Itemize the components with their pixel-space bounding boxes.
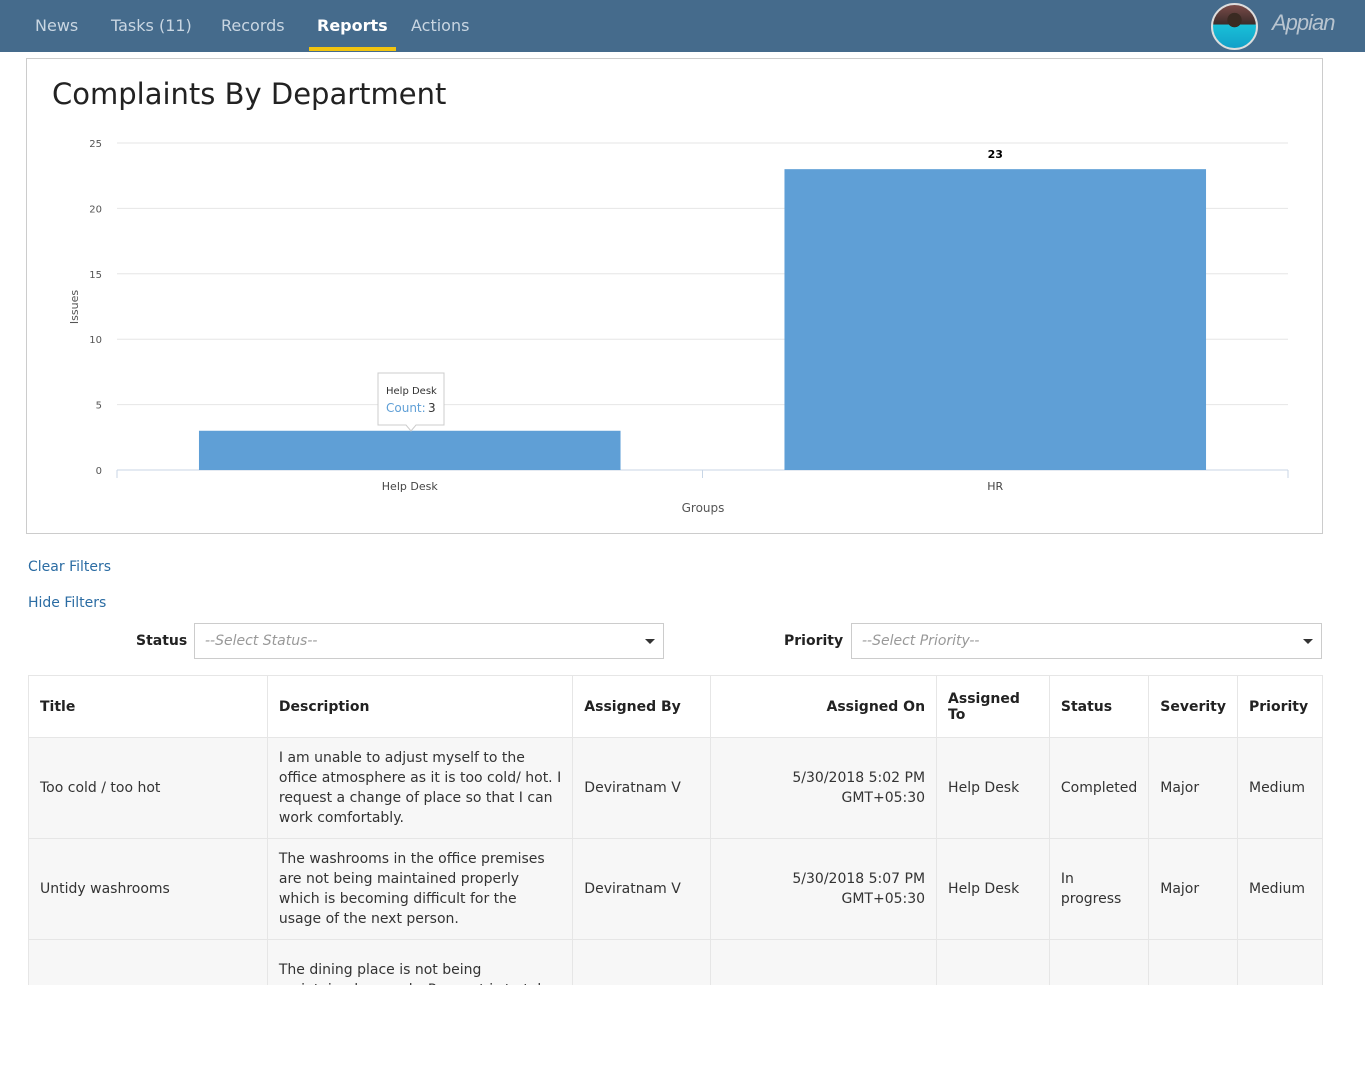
table-cell: In progress — [1048, 838, 1150, 940]
table-cell: I am unable to adjust myself to the offi… — [266, 737, 574, 839]
table-cell — [936, 939, 1050, 985]
clear-filters-link[interactable]: Clear Filters — [28, 559, 111, 575]
column-header[interactable]: Assigned On — [710, 675, 938, 738]
tooltip-value: 3 — [428, 401, 436, 415]
table-cell: Medium — [1236, 838, 1323, 940]
status-label: Status — [136, 633, 188, 649]
table-cell — [1148, 939, 1238, 985]
y-tick-label: 5 — [96, 401, 102, 412]
table-cell — [1048, 939, 1150, 985]
table-cell: Deviratnam V — [572, 838, 712, 940]
bar[interactable] — [784, 169, 1207, 470]
table-cell — [28, 939, 268, 985]
priority-label: Priority — [784, 633, 844, 649]
status-placeholder: --Select Status-- — [205, 633, 318, 649]
table-cell: 5/30/2018 5:07 PM GMT+05:30 — [710, 838, 938, 940]
column-header[interactable]: Assigned To — [936, 675, 1050, 738]
table-cell: Completed — [1048, 737, 1150, 839]
y-tick-label: 15 — [89, 270, 102, 281]
tooltip-label: Count: — [386, 401, 426, 415]
table-cell: Deviratnam V — [572, 737, 712, 839]
priority-placeholder: --Select Priority-- — [862, 633, 980, 649]
table-cell: Untidy washrooms — [28, 838, 268, 940]
y-tick-label: 20 — [89, 204, 102, 215]
x-tick-label: Help Desk — [382, 480, 439, 493]
chevron-down-icon — [645, 639, 655, 644]
column-header[interactable]: Priority — [1236, 675, 1323, 738]
complaints-table: Title Description Assigned By Assigned On As… — [28, 675, 1323, 985]
tooltip-title: Help Desk — [386, 386, 437, 397]
hide-filters-link[interactable]: Hide Filters — [28, 595, 106, 611]
y-tick-label: 25 — [89, 139, 102, 150]
column-header[interactable]: Status — [1048, 675, 1150, 738]
table-cell: Major — [1148, 838, 1238, 940]
table-row: Untidy washrooms The washrooms in the off… — [28, 838, 1323, 940]
data-label: 23 — [988, 148, 1003, 161]
table-row: The dining place is not being maintained… — [28, 939, 1323, 985]
column-header[interactable]: Description — [266, 675, 574, 738]
table-cell: The dining place is not being maintained… — [266, 939, 574, 985]
table-cell: Medium — [1236, 737, 1323, 839]
table-cell: Major — [1148, 737, 1238, 839]
y-tick-label: 10 — [89, 335, 102, 346]
table-row: Too cold / too hot I am unable to adjust … — [28, 737, 1323, 839]
table-cell: Help Desk — [936, 737, 1050, 839]
table-cell — [1236, 939, 1323, 985]
column-header[interactable]: Title — [28, 675, 268, 738]
status-select[interactable]: --Select Status-- — [194, 623, 664, 659]
x-tick-label: HR — [987, 480, 1003, 493]
table-cell: 5/30/2018 5:02 PM GMT+05:30 — [710, 737, 938, 839]
table-cell: The washrooms in the office premises are… — [266, 838, 574, 940]
y-tick-label: 0 — [96, 466, 102, 477]
priority-select[interactable]: --Select Priority-- — [851, 623, 1322, 659]
table-cell: Help Desk — [936, 838, 1050, 940]
x-axis-label: Groups — [682, 501, 725, 515]
table-cell: Too cold / too hot — [28, 737, 268, 839]
chevron-down-icon — [1303, 639, 1313, 644]
table-cell — [710, 939, 938, 985]
bar[interactable] — [198, 430, 621, 470]
bar-chart: 0 5 10 15 20 25 Help Desk HR 23 Issues Groups Help … — [68, 139, 1289, 515]
column-header[interactable]: Assigned By — [572, 675, 712, 738]
column-header[interactable]: Severity — [1148, 675, 1238, 738]
y-axis-label: Issues — [68, 290, 81, 324]
table-cell — [572, 939, 712, 985]
